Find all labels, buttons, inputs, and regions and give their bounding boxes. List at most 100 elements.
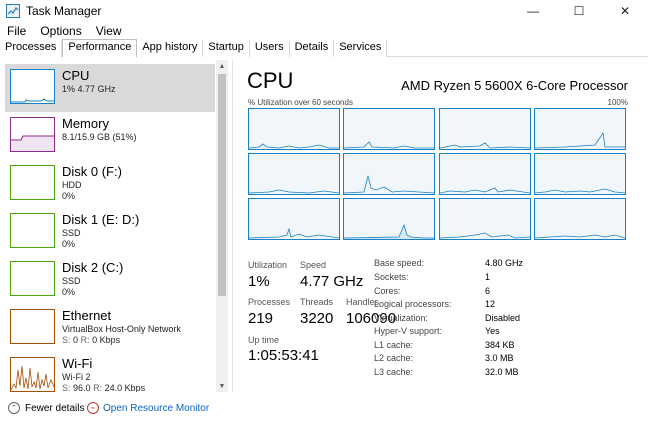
send-value: 0	[73, 335, 79, 345]
spec-row: Virtualization: Disabled	[374, 313, 534, 325]
tab-strip: Processes Performance App history Startu…	[0, 39, 648, 57]
pane-divider[interactable]	[232, 60, 233, 392]
scroll-up-arrow-icon[interactable]: ▲	[216, 60, 228, 72]
resource-item-disk-2[interactable]: Disk 2 (C:) SSD 0%	[5, 256, 215, 302]
disk-1-thumbnail-graph	[10, 213, 55, 248]
resource-item-cpu[interactable]: CPU 1% 4.77 GHz	[5, 64, 215, 112]
resource-detail: 8.1/15.9 GB (51%)	[62, 132, 137, 142]
resource-item-disk-0[interactable]: Disk 0 (F:) HDD 0%	[5, 160, 215, 206]
resource-detail: Wi-Fi 2	[62, 372, 91, 382]
scroll-down-arrow-icon[interactable]: ▼	[216, 380, 228, 392]
resource-usage: S: 0 R: 0 Kbps	[62, 335, 120, 345]
open-resource-monitor-link[interactable]: Open Resource Monitor	[103, 403, 209, 414]
spec-value: 384 KB	[485, 340, 515, 350]
cpu-core-graph	[343, 153, 435, 195]
resource-name: Disk 0 (F:)	[62, 164, 122, 179]
resource-detail: SSD	[62, 228, 81, 238]
speed-value: 4.77 GHz	[300, 273, 364, 290]
title-bar: Task Manager — ☐ ✕	[0, 0, 648, 22]
resource-usage: 0%	[62, 191, 76, 201]
spec-key: Cores:	[374, 286, 401, 296]
menu-options[interactable]: Options	[33, 24, 88, 38]
window-title: Task Manager	[26, 4, 102, 18]
resource-item-wifi[interactable]: Wi-Fi Wi-Fi 2 S: 96.0 R: 24.0 Kbps	[5, 352, 215, 392]
spec-value: 3.0 MB	[485, 353, 514, 363]
close-button[interactable]: ✕	[602, 0, 648, 22]
spec-row: L3 cache: 32.0 MB	[374, 367, 534, 379]
resource-monitor-icon[interactable]: ⌁	[87, 402, 99, 414]
spec-key: L2 cache:	[374, 353, 414, 363]
spec-row: Base speed: 4.80 GHz	[374, 258, 534, 270]
scroll-thumb[interactable]	[218, 74, 226, 296]
processes-value: 219	[248, 310, 274, 327]
resource-list: CPU 1% 4.77 GHz Memory 8.1/15.9 GB (51%)…	[0, 60, 228, 392]
spec-row: L1 cache: 384 KB	[374, 340, 534, 352]
spec-key: Sockets:	[374, 272, 409, 282]
resource-name: Ethernet	[62, 308, 112, 323]
spec-key: L1 cache:	[374, 340, 414, 350]
resource-name: Disk 1 (E: D:)	[62, 212, 140, 227]
fewer-details-link[interactable]: Fewer details	[25, 403, 84, 414]
resource-detail: HDD	[62, 180, 82, 190]
graph-max-label: 100%	[607, 98, 628, 107]
tab-services[interactable]: Services	[334, 40, 388, 57]
menu-view[interactable]: View	[89, 24, 129, 38]
cpu-core-graph	[534, 153, 626, 195]
send-label: S:	[62, 335, 71, 345]
receive-value: 0 Kbps	[92, 335, 121, 345]
spec-key: L3 cache:	[374, 367, 414, 377]
minimize-button[interactable]: —	[510, 0, 556, 22]
resource-usage: S: 96.0 R: 24.0 Kbps	[62, 383, 145, 392]
maximize-button[interactable]: ☐	[556, 0, 602, 22]
resource-name: CPU	[62, 68, 90, 83]
receive-value: 24.0 Kbps	[104, 383, 146, 392]
spec-row: Hyper-V support: Yes	[374, 326, 534, 338]
ethernet-thumbnail-graph	[10, 309, 55, 344]
cpu-core-graph	[439, 153, 531, 195]
tab-startup[interactable]: Startup	[203, 40, 250, 57]
spec-value: 6	[485, 286, 491, 296]
menu-bar: File Options View	[0, 22, 648, 40]
wifi-thumbnail-graph	[10, 357, 55, 392]
processor-model: AMD Ryzen 5 5600X 6-Core Processor	[401, 78, 628, 93]
resource-name: Memory	[62, 116, 109, 131]
processes-label: Processes	[248, 297, 291, 307]
cpu-core-graph	[534, 198, 626, 240]
menu-file[interactable]: File	[0, 24, 33, 38]
spec-value: Disabled	[485, 313, 521, 323]
footer-bar: ⌃ Fewer details ⌁ Open Resource Monitor	[0, 398, 648, 420]
spec-value: 12	[485, 299, 496, 309]
chevron-up-icon[interactable]: ⌃	[8, 402, 20, 414]
threads-value: 3220	[300, 310, 334, 327]
tab-app-history[interactable]: App history	[137, 40, 204, 57]
utilization-label: Utilization	[248, 260, 288, 270]
spec-key: Base speed:	[374, 258, 425, 268]
cpu-core-graph	[439, 198, 531, 240]
threads-label: Threads	[300, 297, 334, 307]
left-pane-scrollbar[interactable]: ▲ ▼	[216, 60, 228, 392]
spec-row: Logical processors: 12	[374, 299, 534, 311]
task-manager-icon	[6, 4, 20, 18]
tab-performance[interactable]: Performance	[62, 39, 138, 57]
spec-key: Hyper-V support:	[374, 326, 443, 336]
speed-label: Speed	[300, 260, 327, 270]
receive-label: R:	[93, 383, 103, 392]
cpu-core-graph	[248, 153, 340, 195]
send-label: S:	[62, 383, 71, 392]
resource-detail: VirtualBox Host-Only Network	[62, 324, 181, 334]
spec-value: 4.80 GHz	[485, 258, 524, 268]
spec-value: 1	[485, 272, 491, 282]
disk-2-thumbnail-graph	[10, 261, 55, 296]
resource-item-disk-1[interactable]: Disk 1 (E: D:) SSD 0%	[5, 208, 215, 254]
spec-key: Logical processors:	[374, 299, 452, 309]
uptime-value: 1:05:53:41	[248, 347, 319, 364]
resource-item-ethernet[interactable]: Ethernet VirtualBox Host-Only Network S:…	[5, 304, 215, 350]
resource-detail: SSD	[62, 276, 81, 286]
tab-processes[interactable]: Processes	[0, 40, 63, 57]
cpu-core-graph	[343, 108, 435, 150]
tab-users[interactable]: Users	[249, 40, 290, 57]
tab-details[interactable]: Details	[289, 40, 335, 57]
resource-item-memory[interactable]: Memory 8.1/15.9 GB (51%)	[5, 112, 215, 158]
resource-name: Disk 2 (C:)	[62, 260, 124, 275]
disk-0-thumbnail-graph	[10, 165, 55, 200]
